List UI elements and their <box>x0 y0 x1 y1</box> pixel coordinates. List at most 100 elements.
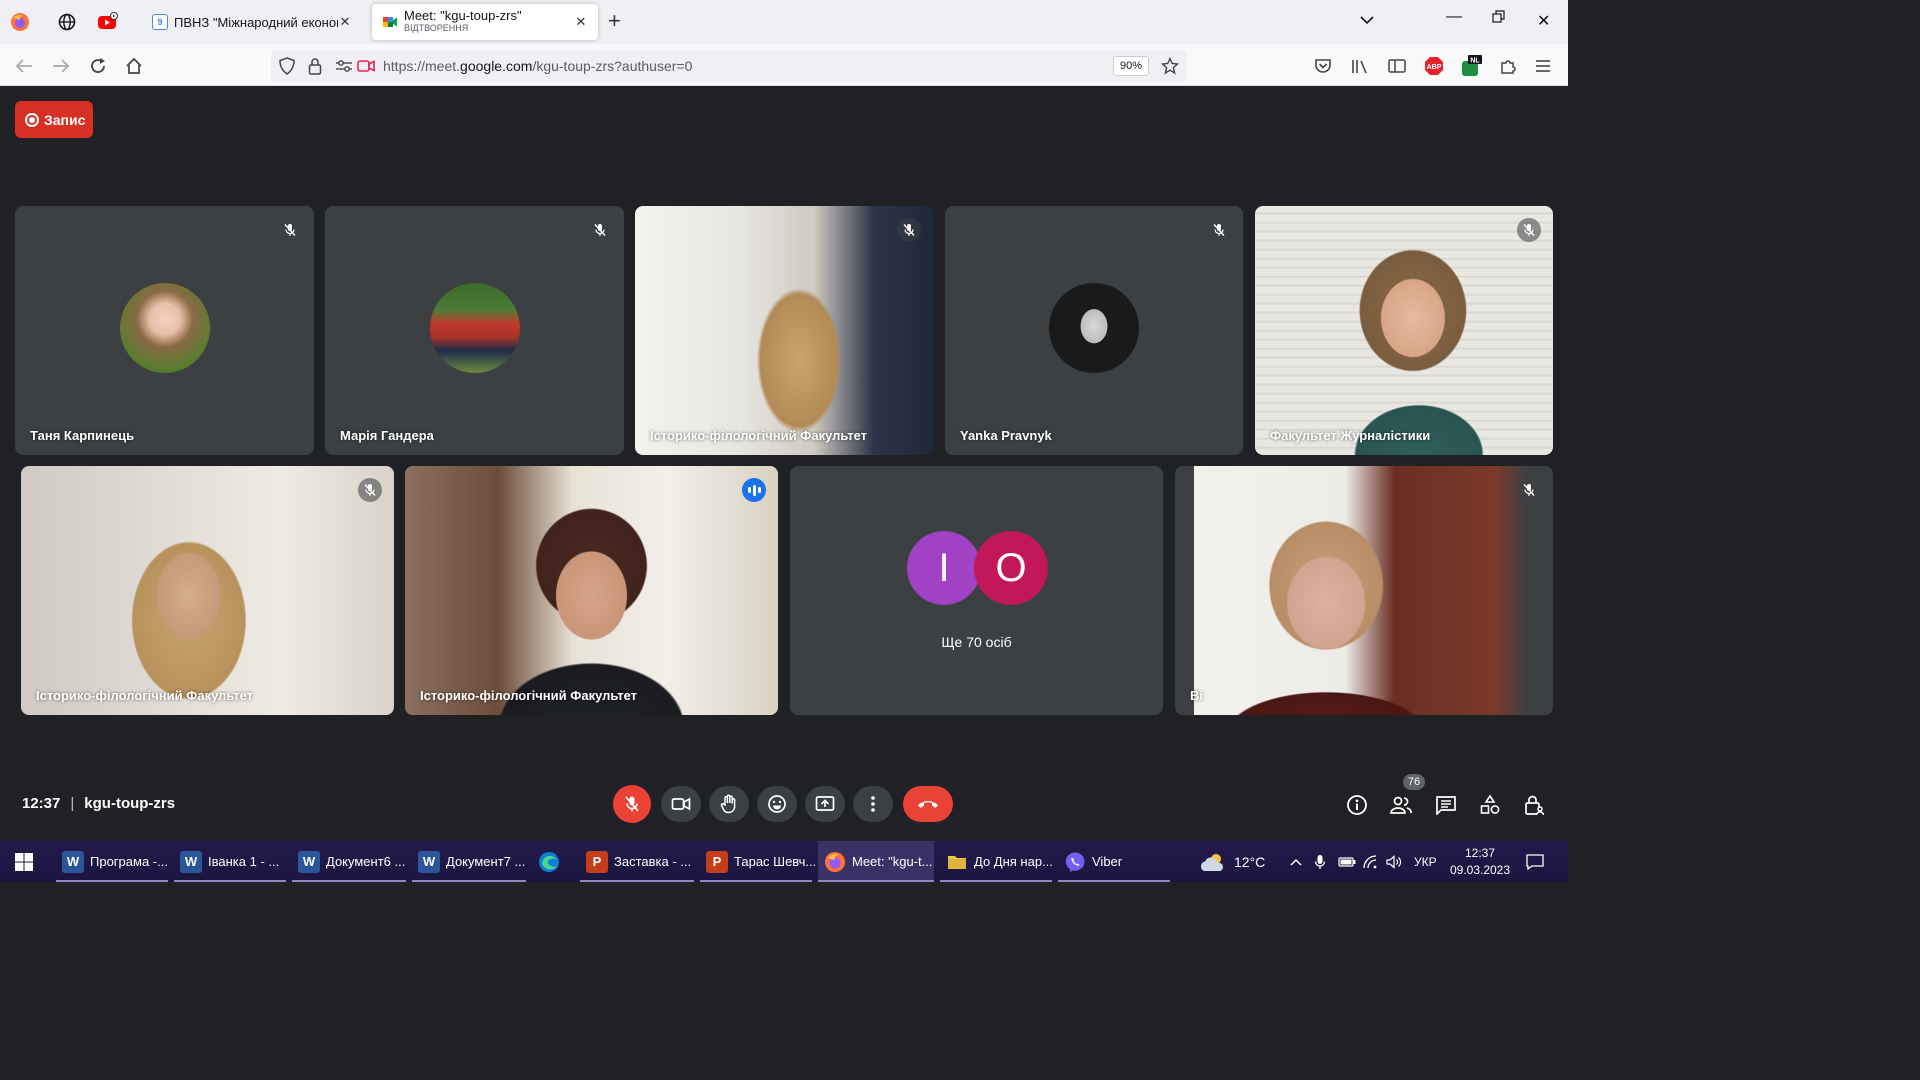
cloud-sun-icon <box>1200 853 1223 871</box>
participant-tile[interactable]: Таня Карпинець <box>15 206 314 455</box>
participant-tile[interactable]: Ві <box>1175 466 1553 715</box>
tab-title: Meet: "kgu-toup-zrs" <box>404 10 522 23</box>
url-path: /kgu-toup-zrs?authuser=0 <box>532 58 693 74</box>
camera-sharing-icon[interactable] <box>355 55 377 77</box>
extension-nl-icon[interactable]: NL <box>1460 55 1482 77</box>
leave-call-button[interactable] <box>903 786 953 822</box>
other-participant-avatar: О <box>974 531 1048 605</box>
home-icon[interactable] <box>123 55 145 77</box>
participant-name: Ві <box>1190 688 1203 703</box>
taskbar-item-edge[interactable] <box>532 841 576 882</box>
new-tab-icon[interactable]: + <box>608 10 621 32</box>
weather-widget[interactable]: 12°C <box>1198 841 1265 882</box>
sidebar-icon[interactable] <box>1386 55 1408 77</box>
people-button[interactable] <box>1388 792 1414 818</box>
url-text[interactable]: https://meet.google.com/kgu-toup-zrs?aut… <box>383 58 692 74</box>
extensions-puzzle-icon[interactable] <box>1497 55 1519 77</box>
meeting-details-button[interactable] <box>1344 792 1370 818</box>
permissions-icon[interactable] <box>333 55 355 77</box>
back-icon[interactable] <box>13 55 35 77</box>
taskbar-item-firefox[interactable]: Meet: "kgu-t... <box>818 841 934 882</box>
participant-tile[interactable]: Факультет Журналістики <box>1255 206 1553 455</box>
taskbar-item-word[interactable]: W Програма -... <box>56 841 168 882</box>
avatar-initial: І <box>938 545 950 590</box>
activities-button[interactable] <box>1477 792 1503 818</box>
bookmark-star-icon[interactable] <box>1159 55 1181 77</box>
participant-video <box>1255 206 1553 455</box>
taskbar-clock[interactable]: 12:37 09.03.2023 <box>1448 845 1512 879</box>
host-controls-button[interactable] <box>1521 792 1547 818</box>
participant-tile-active-speaker[interactable]: Історико-філологічний Факультет <box>405 466 778 715</box>
word-icon: W <box>62 850 84 873</box>
participant-tile[interactable]: Історико-філологічний Факультет <box>21 466 394 715</box>
windows-taskbar: W Програма -... W Іванка 1 - ... W Докум… <box>0 841 1568 882</box>
participant-tile[interactable]: Історико-філологічний Факультет <box>635 206 933 455</box>
participant-count-badge: 76 <box>1403 774 1425 790</box>
participant-name: Факультет Журналістики <box>1270 428 1431 443</box>
chat-icon <box>1436 796 1456 815</box>
emoji-icon <box>768 795 786 813</box>
activities-shapes-icon <box>1480 794 1500 814</box>
pocket-icon[interactable] <box>1312 55 1334 77</box>
participant-name: Історико-філологічний Факультет <box>650 428 868 443</box>
language-indicator[interactable]: УКР <box>1414 841 1437 882</box>
present-screen-button[interactable] <box>805 786 845 822</box>
url-bar[interactable]: https://meet.google.com/kgu-toup-zrs?aut… <box>271 50 1187 82</box>
raise-hand-button[interactable] <box>709 786 749 822</box>
taskbar-item-word[interactable]: W Документ6 ... <box>292 841 406 882</box>
tab-close-icon[interactable]: ✕ <box>338 14 352 30</box>
more-options-button[interactable] <box>853 786 893 822</box>
globe-icon[interactable] <box>55 10 79 34</box>
taskbar-item-word[interactable]: W Іванка 1 - ... <box>174 841 286 882</box>
list-all-tabs-icon[interactable] <box>1360 12 1374 30</box>
battery-icon[interactable] <box>1338 841 1356 882</box>
word-icon: W <box>180 850 202 873</box>
taskbar-item-explorer[interactable]: До Дня нар... <box>940 841 1053 882</box>
tab-meet[interactable]: Meet: "kgu-toup-zrs" ВІДТВОРЕННЯ ✕ <box>372 4 598 40</box>
youtube-pinned-icon[interactable] <box>96 10 120 34</box>
windows-start-icon[interactable] <box>14 852 34 872</box>
others-tile[interactable]: І О Ще 70 осіб <box>790 466 1163 715</box>
firefox-menu-icon[interactable] <box>8 10 32 34</box>
microphone-tray-icon[interactable] <box>1314 841 1326 882</box>
notifications-icon[interactable] <box>1526 841 1544 882</box>
hamburger-menu-icon[interactable] <box>1532 55 1554 77</box>
tray-overflow-icon[interactable] <box>1290 841 1302 882</box>
taskbar-item-powerpoint[interactable]: P Заставка - ... <box>580 841 694 882</box>
tab-university[interactable]: 9 ПВНЗ "Міжнародний економі ✕ <box>142 4 362 40</box>
taskbar-item-word[interactable]: W Документ7 ... <box>412 841 526 882</box>
lock-icon[interactable] <box>304 55 326 77</box>
recording-label: Запис <box>44 111 86 128</box>
participant-tile[interactable]: Yanka Pravnyk <box>945 206 1243 455</box>
microphone-toggle-button[interactable] <box>613 785 651 823</box>
restore-icon[interactable] <box>1492 10 1506 29</box>
adblock-plus-icon[interactable]: ABP <box>1423 55 1445 77</box>
taskbar-item-viber[interactable]: Viber <box>1058 841 1170 882</box>
library-icon[interactable] <box>1349 55 1371 77</box>
edge-icon <box>538 851 560 873</box>
url-scheme: https://meet. <box>383 58 461 74</box>
zoom-level-button[interactable]: 90% <box>1113 56 1150 76</box>
tab-title: ПВНЗ "Міжнародний економі <box>174 14 338 30</box>
more-participants-label: Ще 70 осіб <box>941 634 1012 650</box>
mic-muted-icon <box>897 218 921 242</box>
minimize-icon[interactable]: — <box>1446 8 1462 26</box>
wifi-icon[interactable] <box>1362 841 1378 882</box>
participant-name: Марія Гандера <box>340 428 434 443</box>
window-close-icon[interactable]: ✕ <box>1537 11 1550 31</box>
taskbar-item-powerpoint[interactable]: P Тарас Шевч... <box>700 841 816 882</box>
reload-icon[interactable] <box>87 55 109 77</box>
tab-close-icon[interactable]: ✕ <box>574 14 588 30</box>
chat-button[interactable] <box>1433 792 1459 818</box>
taskbar-item-underline <box>56 880 168 882</box>
present-icon <box>815 796 835 811</box>
participant-name: Yanka Pravnyk <box>960 428 1052 443</box>
recording-indicator-button[interactable]: Запис <box>15 101 93 138</box>
forward-icon[interactable] <box>50 55 72 77</box>
volume-icon[interactable] <box>1386 841 1404 882</box>
reactions-button[interactable] <box>757 786 797 822</box>
tracking-protection-shield-icon[interactable] <box>276 55 298 77</box>
avatar-initial: О <box>995 545 1027 590</box>
camera-toggle-button[interactable] <box>661 786 701 822</box>
participant-tile[interactable]: Марія Гандера <box>325 206 624 455</box>
